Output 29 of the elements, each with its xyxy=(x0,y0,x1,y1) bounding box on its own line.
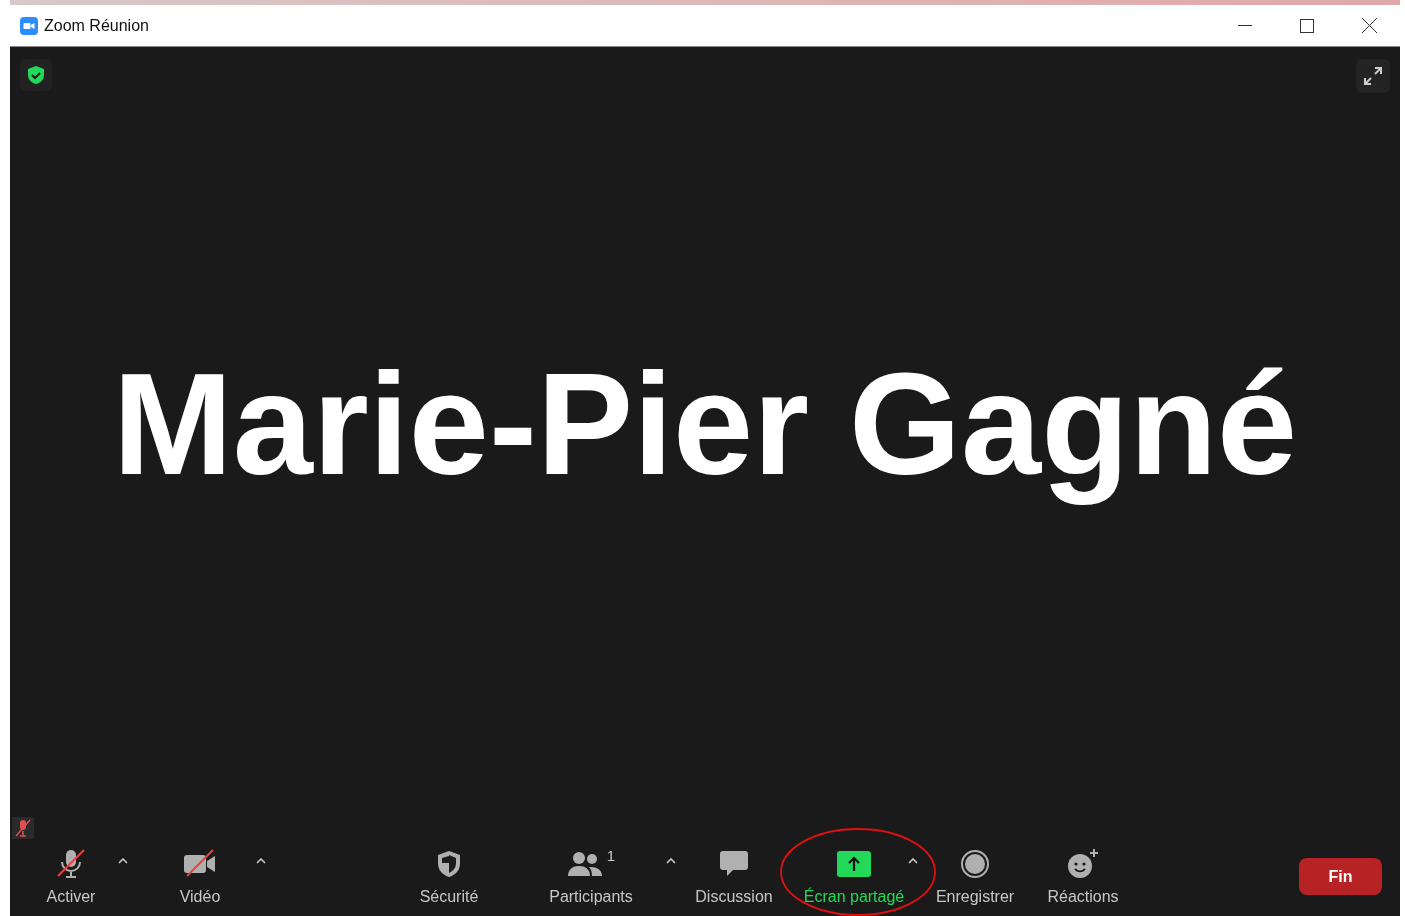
caret-icon xyxy=(118,858,128,864)
expand-icon xyxy=(1363,66,1383,86)
toolbar-button[interactable]: Écran partagé xyxy=(800,847,908,909)
maximize-icon xyxy=(1300,18,1314,33)
shield-check-icon xyxy=(27,65,45,85)
shield-icon xyxy=(435,849,463,879)
encryption-button[interactable] xyxy=(20,59,52,91)
toolbar-button[interactable]: Vidéo xyxy=(146,847,254,909)
end-meeting-button[interactable]: Fin xyxy=(1299,858,1382,895)
fullscreen-button[interactable] xyxy=(1356,59,1390,93)
toolbar-button[interactable]: Discussion xyxy=(680,847,788,909)
toolbar-button[interactable]: Réactions xyxy=(1029,847,1137,909)
caret-icon xyxy=(908,858,918,864)
minimize-icon xyxy=(1238,25,1252,26)
toolbar-button[interactable]: Sécurité xyxy=(395,847,503,909)
toolbar-button[interactable]: 1 Participants xyxy=(537,847,645,909)
close-icon xyxy=(1361,18,1377,33)
caret-icon xyxy=(666,858,676,864)
app-logo-icon xyxy=(20,16,38,35)
smiley-add-icon xyxy=(1067,848,1099,880)
participant-name: Marie-Pier Gagné xyxy=(112,343,1298,508)
speech-bubble-icon xyxy=(719,849,749,879)
caret-icon xyxy=(256,858,266,864)
toolbar-button[interactable]: Activer xyxy=(17,847,125,909)
participant-count: 1 xyxy=(606,846,616,866)
people-icon xyxy=(566,850,603,878)
window-title: Zoom Réunion xyxy=(44,15,149,36)
toolbar-button[interactable]: Enregistrer xyxy=(921,847,1029,909)
record-icon xyxy=(960,849,990,879)
